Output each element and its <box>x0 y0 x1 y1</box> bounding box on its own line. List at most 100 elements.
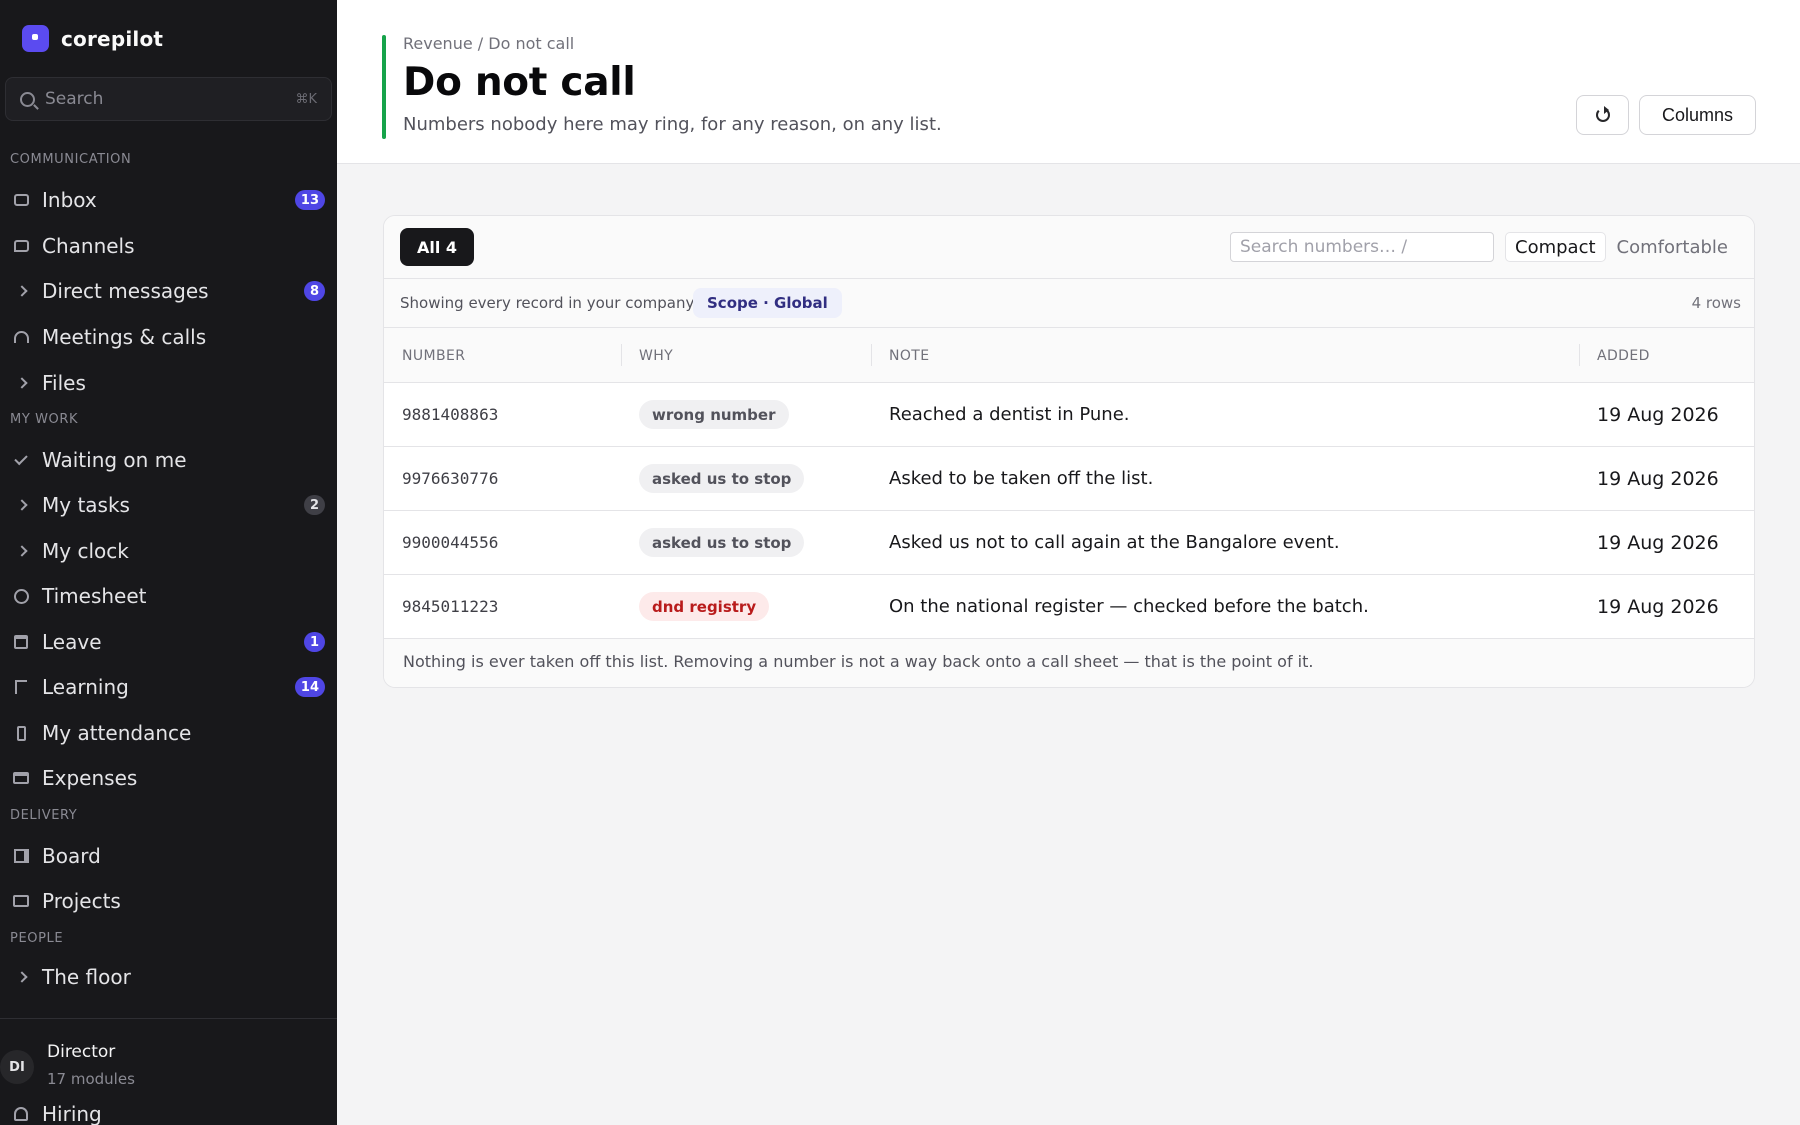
briefcase-icon <box>12 892 30 910</box>
phone-icon <box>12 724 30 742</box>
sidebar-item-label: Waiting on me <box>42 448 187 472</box>
sidebar-item-leave[interactable]: Leave 1 <box>0 622 337 662</box>
column-header-added[interactable]: ADDED <box>1597 328 1650 383</box>
column-divider[interactable] <box>621 344 622 366</box>
table-footer-note: Nothing is ever taken off this list. Rem… <box>403 652 1314 671</box>
section-label-my-work: MY WORK <box>10 412 79 427</box>
number-search-input[interactable]: Search numbers… / <box>1230 232 1494 262</box>
table-row[interactable]: 9845011223 dnd registry On the national … <box>384 575 1754 639</box>
sidebar-item-label: Hiring <box>42 1102 102 1125</box>
cell-note: Reached a dentist in Pune. <box>889 404 1130 425</box>
sidebar-item-expenses[interactable]: Expenses <box>0 758 337 798</box>
column-header-number[interactable]: NUMBER <box>402 328 465 383</box>
sidebar-item-direct-messages[interactable]: Direct messages 8 <box>0 271 337 311</box>
sidebar-search-input[interactable]: Search ⌘K <box>5 77 332 121</box>
cell-number: 9881408863 <box>402 405 499 424</box>
column-divider[interactable] <box>871 344 872 366</box>
breadcrumb[interactable]: Revenue / Do not call <box>403 34 574 53</box>
badge-count: 1 <box>303 632 325 652</box>
columns-button[interactable]: Columns <box>1639 95 1756 135</box>
sidebar-item-label: My attendance <box>42 721 192 745</box>
refresh-button[interactable] <box>1576 95 1629 135</box>
row-count: 4 rows <box>1691 294 1741 312</box>
table-row[interactable]: 9976630776 asked us to stop Asked to be … <box>384 447 1754 511</box>
section-label-communication: COMMUNICATION <box>10 152 132 167</box>
cell-added: 19 Aug 2026 <box>1597 467 1719 490</box>
accent-bar <box>382 35 386 139</box>
tab-all[interactable]: All 4 <box>400 228 475 266</box>
sidebar-item-hiring[interactable]: Hiring <box>0 1094 337 1125</box>
search-icon <box>20 91 35 107</box>
density-compact[interactable]: Compact <box>1505 232 1606 262</box>
density-comfortable[interactable]: Comfortable <box>1608 232 1737 262</box>
user-modules: 17 modules <box>47 1070 135 1088</box>
sidebar-item-label: Expenses <box>42 766 138 790</box>
reason-pill: wrong number <box>639 400 789 429</box>
sidebar-item-label: Inbox <box>42 188 97 212</box>
sidebar-item-board[interactable]: Board <box>0 836 337 876</box>
scope-row: Showing every record in your company Sco… <box>384 279 1754 328</box>
sidebar-item-files[interactable]: Files <box>0 363 337 403</box>
card-icon <box>12 769 30 787</box>
clock-icon <box>12 587 30 605</box>
check-icon <box>12 451 30 469</box>
inbox-icon <box>12 191 30 209</box>
cell-why: dnd registry <box>639 575 770 638</box>
headset-icon <box>12 328 30 346</box>
calendar-icon <box>12 633 30 651</box>
sidebar-item-timesheet[interactable]: Timesheet <box>0 576 337 616</box>
brand[interactable]: corepilot <box>22 25 163 52</box>
sidebar-item-label: Learning <box>42 675 129 699</box>
sidebar-item-learning[interactable]: Learning 14 <box>0 667 337 707</box>
sidebar-item-waiting-on-me[interactable]: Waiting on me <box>0 440 337 480</box>
table-row[interactable]: 9900044556 asked us to stop Asked us not… <box>384 511 1754 575</box>
cell-note: Asked us not to call again at the Bangal… <box>889 532 1340 553</box>
brand-name: corepilot <box>61 26 164 51</box>
sidebar-item-projects[interactable]: Projects <box>0 881 337 921</box>
search-placeholder: Search <box>45 89 104 109</box>
chat-icon <box>12 237 30 255</box>
sidebar-item-channels[interactable]: Channels <box>0 226 337 266</box>
board-icon <box>12 847 30 865</box>
column-header-why[interactable]: WHY <box>639 328 673 383</box>
page-header: Revenue / Do not call Do not call Number… <box>337 0 1800 164</box>
cell-why: asked us to stop <box>639 447 805 510</box>
sidebar-divider <box>0 1018 337 1019</box>
chevron-right-icon[interactable] <box>12 282 30 300</box>
sidebar-item-label: Projects <box>42 889 121 913</box>
sidebar-item-my-clock[interactable]: My clock <box>0 531 337 571</box>
cell-number: 9845011223 <box>402 597 499 616</box>
user-card[interactable]: DI Director 17 modules <box>0 1036 337 1096</box>
sidebar-item-label: Timesheet <box>42 584 147 608</box>
table-toolbar: All 4 Search numbers… / Compact Comforta… <box>384 216 1754 279</box>
scope-badge[interactable]: Scope · Global <box>693 288 842 318</box>
chevron-right-icon[interactable] <box>12 374 30 392</box>
reason-pill: asked us to stop <box>639 528 805 557</box>
sidebar-item-label: Leave <box>42 630 102 654</box>
cell-note: On the national register — checked befor… <box>889 596 1369 617</box>
user-name: Director <box>47 1042 116 1062</box>
sidebar-item-the-floor[interactable]: The floor <box>0 957 337 997</box>
cell-added: 19 Aug 2026 <box>1597 595 1719 618</box>
cell-why: asked us to stop <box>639 511 805 574</box>
scope-text: Showing every record in your company <box>400 294 695 312</box>
chevron-right-icon[interactable] <box>12 496 30 514</box>
sidebar-item-my-tasks[interactable]: My tasks 2 <box>0 485 337 525</box>
user-icon <box>12 1105 30 1123</box>
cell-note: Asked to be taken off the list. <box>889 468 1154 489</box>
sidebar-item-my-attendance[interactable]: My attendance <box>0 713 337 753</box>
column-header-note[interactable]: NOTE <box>889 328 930 383</box>
reason-pill: asked us to stop <box>639 464 805 493</box>
search-shortcut: ⌘K <box>295 91 317 107</box>
column-divider[interactable] <box>1579 344 1580 366</box>
sidebar-item-meetings-calls[interactable]: Meetings & calls <box>0 317 337 357</box>
page-title: Do not call <box>403 60 636 105</box>
chevron-right-icon[interactable] <box>12 968 30 986</box>
sidebar-item-label: Files <box>42 371 86 395</box>
sidebar-item-inbox[interactable]: Inbox 13 <box>0 180 337 220</box>
table-row[interactable]: 9881408863 wrong number Reached a dentis… <box>384 383 1754 447</box>
chevron-right-icon[interactable] <box>12 542 30 560</box>
cell-number: 9976630776 <box>402 469 499 488</box>
cell-added: 19 Aug 2026 <box>1597 403 1719 426</box>
section-label-people: PEOPLE <box>10 931 64 946</box>
